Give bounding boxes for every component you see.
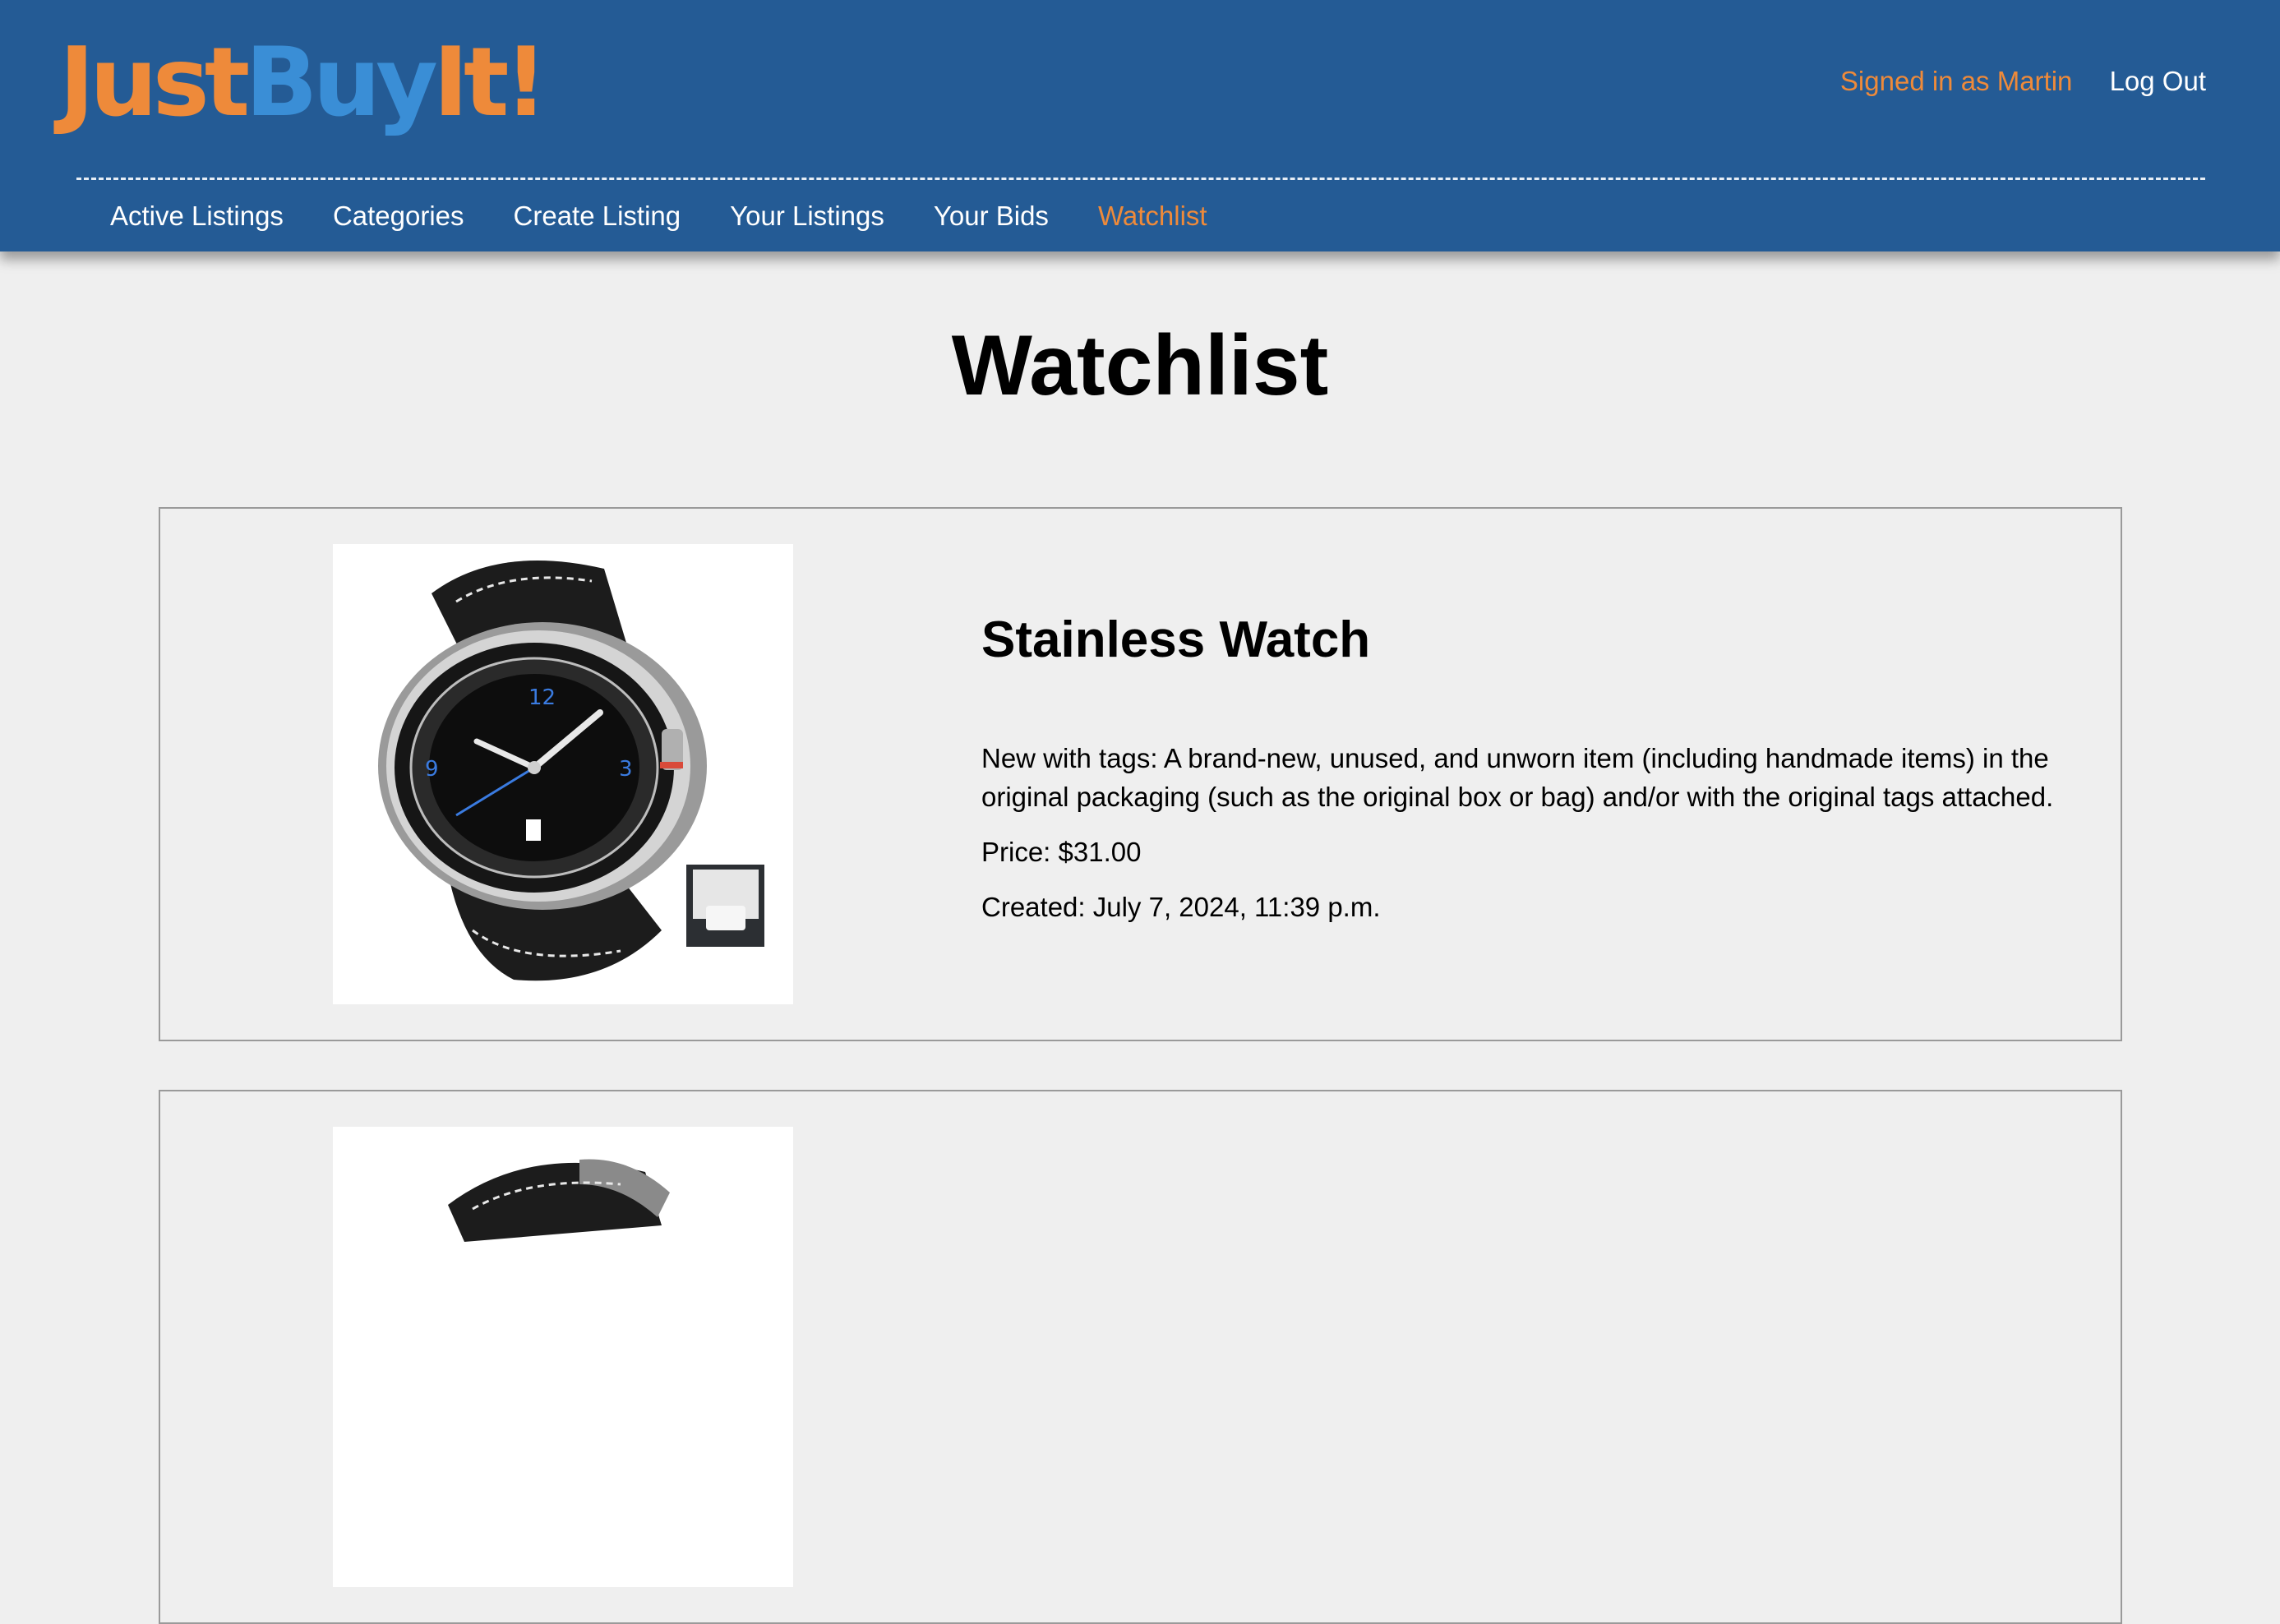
nav-your-bids[interactable]: Your Bids bbox=[934, 196, 1049, 237]
main-nav: Active Listings Categories Create Listin… bbox=[110, 196, 1207, 237]
svg-text:9: 9 bbox=[425, 757, 439, 782]
nav-watchlist[interactable]: Watchlist bbox=[1098, 196, 1207, 237]
svg-text:12: 12 bbox=[528, 685, 556, 710]
listing-image[interactable] bbox=[333, 1127, 793, 1587]
listing-card[interactable]: 12 9 3 Stainless Watch New with tags: A … bbox=[159, 507, 2122, 1041]
nav-active-listings[interactable]: Active Listings bbox=[110, 196, 284, 237]
nav-create-listing[interactable]: Create Listing bbox=[514, 196, 681, 237]
page-title: Watchlist bbox=[951, 318, 1329, 413]
listing-created: Created: July 7, 2024, 11:39 p.m. bbox=[981, 892, 1381, 922]
nav-your-listings[interactable]: Your Listings bbox=[730, 196, 884, 237]
header-divider bbox=[76, 178, 2205, 180]
account-area: Signed in as Martin Log Out bbox=[1840, 61, 2206, 102]
listing-image[interactable]: 12 9 3 bbox=[333, 544, 793, 1004]
listing-price: Price: $31.00 bbox=[981, 837, 1142, 867]
signed-in-user-link[interactable]: Signed in as Martin bbox=[1840, 66, 2072, 96]
nav-categories[interactable]: Categories bbox=[333, 196, 464, 237]
listing-info: Stainless Watch New with tags: A brand-n… bbox=[981, 607, 2091, 943]
listing-description: New with tags: A brand-new, unused, and … bbox=[981, 743, 2054, 812]
svg-text:3: 3 bbox=[619, 757, 633, 782]
site-header: JustBuyIt! Signed in as Martin Log Out A… bbox=[0, 0, 2280, 251]
listing-card[interactable] bbox=[159, 1090, 2122, 1624]
site-logo[interactable]: JustBuyIt! bbox=[59, 21, 547, 145]
logout-link[interactable]: Log Out bbox=[2110, 66, 2206, 96]
watch-icon: 12 9 3 bbox=[378, 561, 764, 981]
watch-icon bbox=[448, 1159, 670, 1242]
listing-title[interactable]: Stainless Watch bbox=[981, 607, 2091, 673]
